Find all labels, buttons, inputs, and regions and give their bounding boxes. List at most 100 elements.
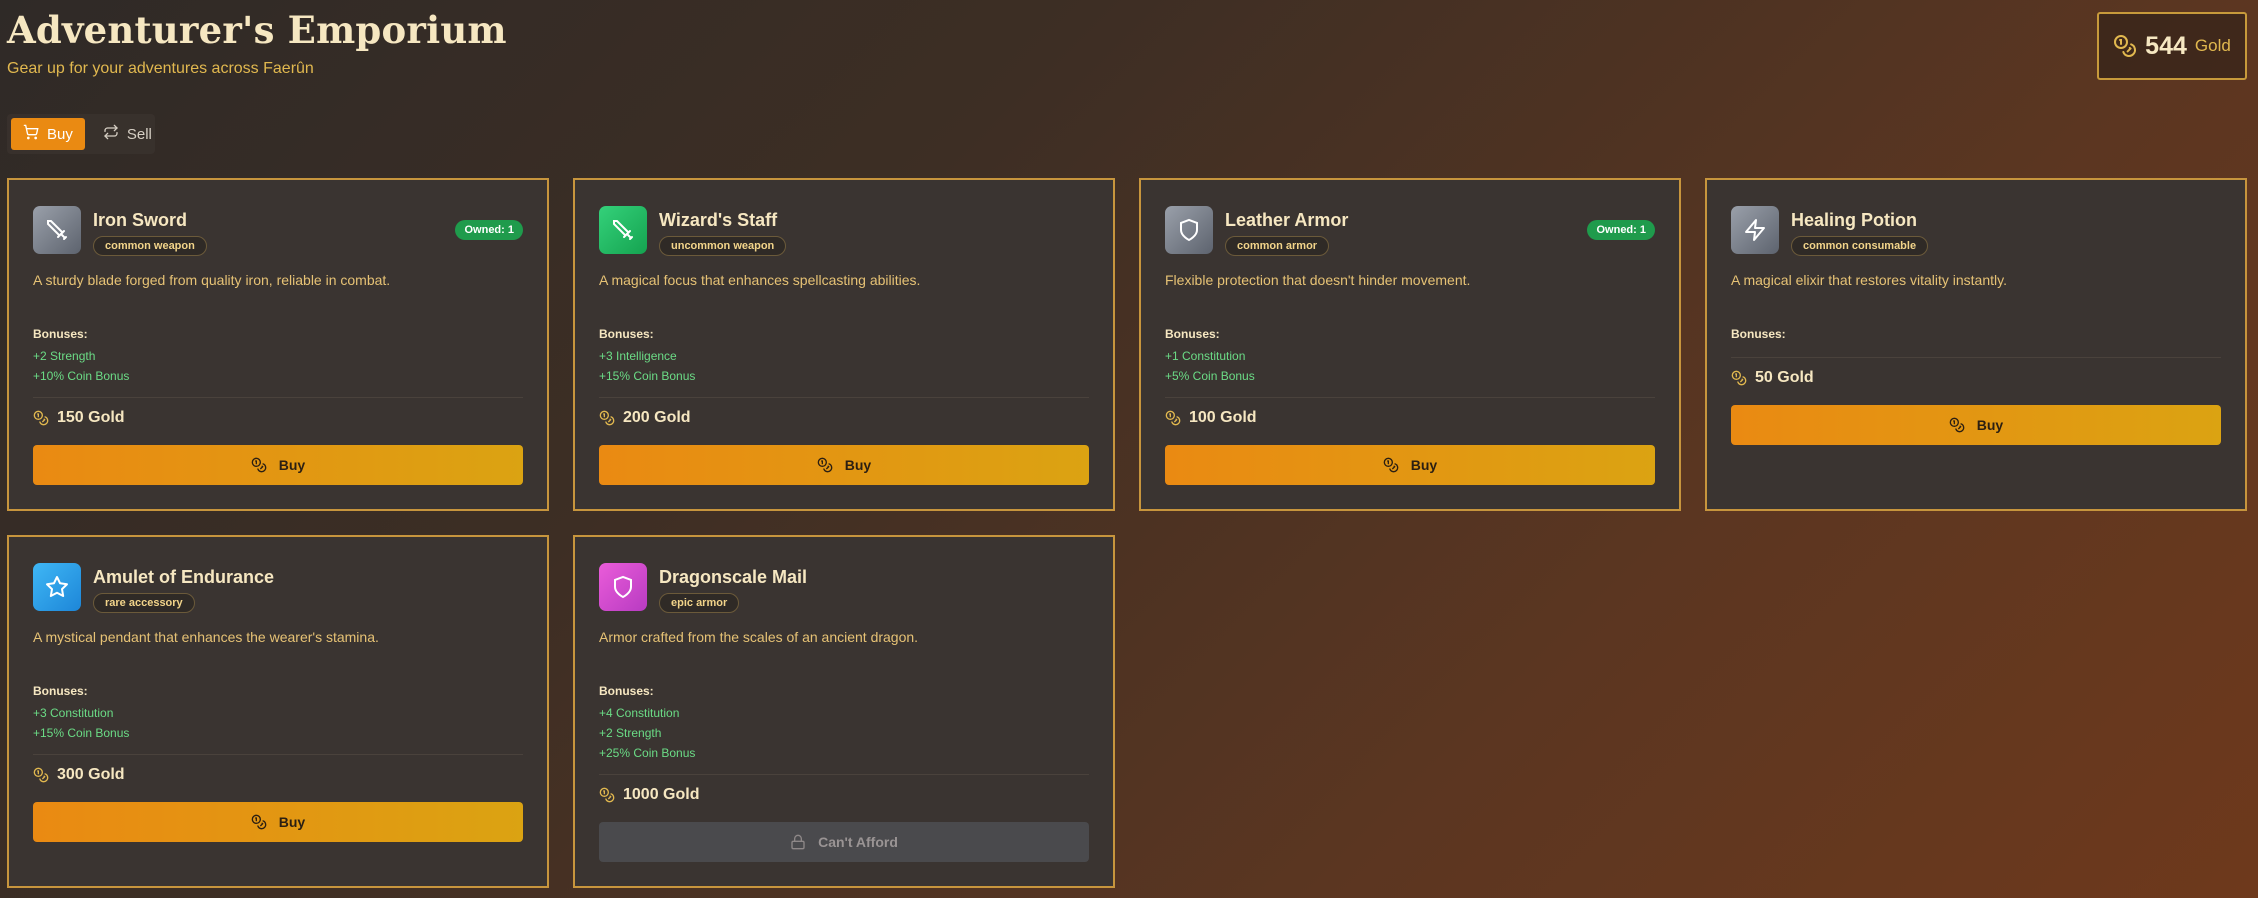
- star-icon: [33, 563, 81, 611]
- bonus-list: +2 Strength +10% Coin Bonus: [33, 346, 129, 386]
- item-description: A magical focus that enhances spellcasti…: [599, 272, 921, 288]
- buy-button[interactable]: Buy: [599, 445, 1089, 485]
- item-description: Armor crafted from the scales of an anci…: [599, 629, 919, 645]
- bonus-list: +4 Constitution +2 Strength +25% Coin Bo…: [599, 703, 695, 763]
- item-card-amulet-of-endurance: Amulet of Endurance rare accessory A mys…: [7, 535, 549, 888]
- coins-icon: [599, 787, 615, 803]
- divider: [599, 774, 1089, 775]
- rarity-badge: rare accessory: [93, 593, 195, 613]
- buy-button[interactable]: Buy: [33, 802, 523, 842]
- tab-sell-label: Sell: [126, 125, 152, 143]
- tab-buy[interactable]: Buy: [11, 118, 85, 150]
- bonus-item: +2 Strength: [599, 726, 662, 740]
- item-price: 100 Gold: [1165, 409, 1257, 427]
- coins-icon: [1731, 370, 1747, 386]
- gold-balance: 544 Gold: [2097, 12, 2247, 80]
- item-description: A sturdy blade forged from quality iron,…: [33, 272, 391, 288]
- rarity-badge: common weapon: [93, 236, 207, 256]
- rarity-badge: common consumable: [1791, 236, 1929, 256]
- price-value: 50 Gold: [1755, 369, 1814, 386]
- bonuses-label: Bonuses:: [1731, 327, 1786, 341]
- price-value: 200 Gold: [623, 409, 691, 426]
- shield-icon: [599, 563, 647, 611]
- cant-afford-label: Can't Afford: [818, 834, 898, 850]
- bonus-item: +15% Coin Bonus: [599, 369, 696, 383]
- item-description: Flexible protection that doesn't hinder …: [1165, 272, 1471, 288]
- buy-button-label: Buy: [1410, 457, 1438, 473]
- price-value: 300 Gold: [57, 766, 125, 783]
- coins-icon: [2113, 34, 2137, 58]
- bonuses-label: Bonuses:: [1165, 327, 1220, 341]
- divider: [33, 754, 523, 755]
- item-price: 300 Gold: [33, 766, 125, 784]
- bonus-item: +25% Coin Bonus: [599, 746, 696, 760]
- cant-afford-button[interactable]: Can't Afford: [599, 822, 1089, 862]
- lightning-icon: [1731, 206, 1779, 254]
- bonuses-label: Bonuses:: [33, 684, 88, 698]
- bonuses-label: Bonuses:: [33, 327, 88, 341]
- coins-icon: [1949, 417, 1965, 433]
- buy-button-label: Buy: [1976, 417, 2004, 433]
- gold-amount: 544: [2145, 31, 2187, 60]
- gold-unit: Gold: [2194, 36, 2231, 55]
- item-card-leather-armor: Leather Armor common armor Owned: 1 Flex…: [1139, 178, 1681, 511]
- rarity-badge: epic armor: [659, 593, 740, 613]
- coins-icon: [33, 410, 49, 426]
- rarity-badge: common armor: [1225, 236, 1330, 256]
- item-price: 150 Gold: [33, 409, 125, 427]
- bonus-item: +5% Coin Bonus: [1165, 369, 1255, 383]
- coins-icon: [1383, 457, 1399, 473]
- page-subtitle: Gear up for your adventures across Faerû…: [7, 60, 314, 77]
- buy-button[interactable]: Buy: [33, 445, 523, 485]
- item-description: A magical elixir that restores vitality …: [1731, 272, 2007, 288]
- buy-button[interactable]: Buy: [1165, 445, 1655, 485]
- owned-badge: Owned: 1: [1587, 220, 1655, 240]
- bonuses-label: Bonuses:: [599, 327, 654, 341]
- item-name: Wizard's Staff: [659, 210, 778, 230]
- price-value: 150 Gold: [57, 409, 125, 426]
- item-name: Iron Sword: [93, 210, 187, 230]
- swap-icon: [103, 124, 119, 144]
- item-card-iron-sword: Iron Sword common weapon Owned: 1 A stur…: [7, 178, 549, 511]
- lock-icon: [791, 834, 805, 850]
- bonus-item: +1 Constitution: [1165, 349, 1246, 363]
- coins-icon: [599, 410, 615, 426]
- bonus-item: +10% Coin Bonus: [33, 369, 130, 383]
- bonus-item: +4 Constitution: [599, 706, 680, 720]
- buy-button-label: Buy: [278, 814, 306, 830]
- staff-icon: [599, 206, 647, 254]
- buy-button-label: Buy: [844, 457, 872, 473]
- buy-sell-tabs: Buy Sell: [7, 114, 155, 154]
- buy-button-label: Buy: [278, 457, 306, 473]
- divider: [33, 397, 523, 398]
- divider: [599, 397, 1089, 398]
- page-title: Adventurer's Emporium: [7, 8, 507, 52]
- coins-icon: [251, 814, 267, 830]
- item-name: Amulet of Endurance: [93, 567, 275, 587]
- item-description: A mystical pendant that enhances the wea…: [33, 629, 379, 645]
- item-price: 50 Gold: [1731, 369, 1814, 387]
- item-card-wizards-staff: Wizard's Staff uncommon weapon A magical…: [573, 178, 1115, 511]
- sword-icon: [33, 206, 81, 254]
- tab-sell[interactable]: Sell: [91, 118, 164, 150]
- owned-badge: Owned: 1: [455, 220, 523, 240]
- item-price: 1000 Gold: [599, 786, 699, 804]
- divider: [1731, 357, 2221, 358]
- coins-icon: [33, 767, 49, 783]
- item-name: Dragonscale Mail: [659, 567, 808, 587]
- item-name: Healing Potion: [1791, 210, 1917, 230]
- bonus-list: +3 Intelligence +15% Coin Bonus: [599, 346, 695, 386]
- bonus-item: +15% Coin Bonus: [33, 726, 130, 740]
- item-name: Leather Armor: [1225, 210, 1349, 230]
- divider: [1165, 397, 1655, 398]
- bonus-item: +3 Constitution: [33, 706, 114, 720]
- cart-icon: [23, 124, 39, 144]
- shield-icon: [1165, 206, 1213, 254]
- price-value: 100 Gold: [1189, 409, 1257, 426]
- bonuses-label: Bonuses:: [599, 684, 654, 698]
- item-card-dragonscale-mail: Dragonscale Mail epic armor Armor crafte…: [573, 535, 1115, 888]
- rarity-badge: uncommon weapon: [659, 236, 787, 256]
- coins-icon: [1165, 410, 1181, 426]
- buy-button[interactable]: Buy: [1731, 405, 2221, 445]
- price-value: 1000 Gold: [623, 786, 700, 803]
